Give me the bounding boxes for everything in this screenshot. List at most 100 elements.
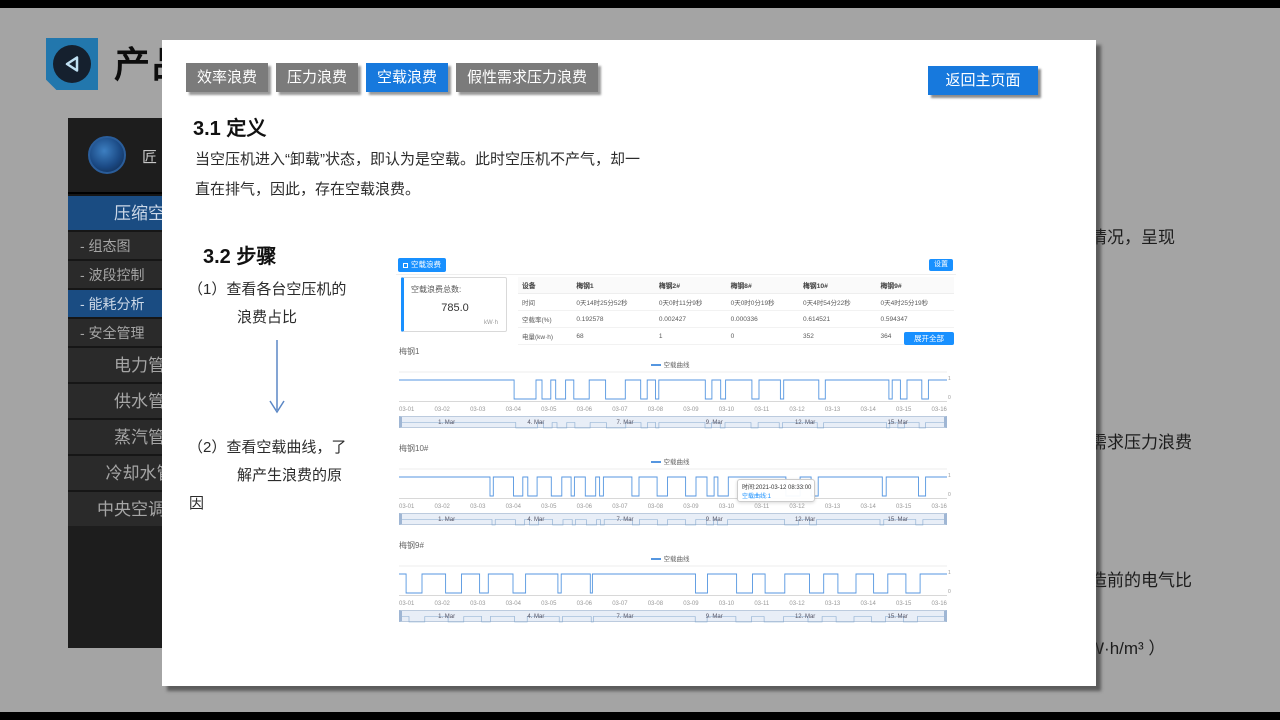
chart-title: 梅钢10# — [399, 443, 428, 454]
section-heading-steps: 3.2 步骤 — [203, 240, 276, 269]
back-logo-icon[interactable] — [46, 38, 98, 90]
y-axis-tick: 1 — [948, 376, 951, 382]
sidebar-item[interactable]: - 组态图 — [68, 230, 162, 259]
sidebar-menu: 压缩空气- 组态图- 波段控制- 能耗分析- 安全管理电力管理供水管理蒸汽管理冷… — [68, 194, 162, 526]
tab-button[interactable]: 压力浪费 — [276, 63, 358, 92]
chart-plot-area[interactable] — [399, 465, 947, 503]
table-cell: 0.614521 — [799, 311, 876, 328]
x-axis-tick: 03-09 — [683, 504, 698, 510]
summary-card: 空载浪费总数: 785.0 kW·h — [401, 277, 507, 332]
y-axis-tick: 0 — [948, 589, 951, 595]
sidebar-item[interactable]: 供水管理 — [68, 382, 162, 418]
sidebar-item[interactable]: 电力管理 — [68, 346, 162, 382]
table-cell: 0 — [727, 328, 799, 345]
section-heading-definition: 3.1 定义 — [193, 112, 266, 141]
sidebar-item[interactable]: - 波段控制 — [68, 259, 162, 288]
x-axis-tick: 03-14 — [860, 504, 875, 510]
brush-tick: 9. Mar — [706, 420, 723, 426]
x-axis-tick: 03-06 — [577, 407, 592, 413]
sidebar-item[interactable]: - 安全管理 — [68, 317, 162, 346]
x-axis-tick: 03-12 — [789, 601, 804, 607]
legend-line-icon — [651, 364, 661, 366]
x-axis-tick: 03-16 — [932, 504, 947, 510]
table-cell: 电量(kw·h) — [518, 328, 572, 345]
brush-tick: 7. Mar — [617, 517, 634, 523]
x-axis-tick: 03-03 — [470, 601, 485, 607]
background-sidebar: 匠 压缩空气- 组态图- 波段控制- 能耗分析- 安全管理电力管理供水管理蒸汽管… — [68, 118, 162, 648]
tab-button[interactable]: 效率浪费 — [186, 63, 268, 92]
time-range-brush[interactable]: 1. Mar4. Mar7. Mar9. Mar12. Mar15. Mar — [399, 513, 947, 525]
table-cell: 空载率(%) — [518, 311, 572, 328]
x-axis-tick: 03-15 — [896, 504, 911, 510]
line-chart-梅钢1: 梅钢1空载曲线1003-0103-0203-0303-0403-0503-060… — [396, 346, 956, 440]
dashboard-screenshot: 空载浪费 设置 空载浪费总数: 785.0 kW·h 设备梅钢1梅钢2#梅钢8#… — [396, 256, 956, 628]
x-axis-tick: 03-09 — [683, 407, 698, 413]
brush-tick: 7. Mar — [617, 614, 634, 620]
bottom-black-bar — [0, 712, 1280, 720]
x-axis-tick: 03-02 — [435, 504, 450, 510]
dashboard-title-badge: 空载浪费 — [398, 258, 446, 272]
time-range-brush[interactable]: 1. Mar4. Mar7. Mar9. Mar12. Mar15. Mar — [399, 610, 947, 622]
sidebar-item[interactable]: 压缩空气 — [68, 194, 162, 230]
x-axis-tick: 03-16 — [932, 407, 947, 413]
table-cell: 352 — [799, 328, 876, 345]
table-cell: 0天4时25分19秒 — [876, 294, 954, 311]
x-axis-tick: 03-06 — [577, 504, 592, 510]
background-text-fragment: W·h/m³ ） — [1088, 634, 1165, 659]
table-cell: 0天0时11分9秒 — [655, 294, 727, 311]
x-axis-tick: 03-16 — [932, 601, 947, 607]
table-cell: 0.002427 — [655, 311, 727, 328]
x-axis-labels: 03-0103-0203-0303-0403-0503-0603-0703-08… — [399, 504, 947, 510]
x-axis-tick: 03-08 — [648, 504, 663, 510]
sidebar-item[interactable]: 中央空调管理 — [68, 490, 162, 526]
sidebar-item[interactable]: 蒸汽管理 — [68, 418, 162, 454]
brush-labels: 1. Mar4. Mar7. Mar9. Mar12. Mar15. Mar — [402, 611, 944, 623]
table-header-cell: 梅钢1 — [572, 277, 655, 294]
step1-line1: （1）查看各台空压机的 — [188, 278, 346, 299]
table-cell: 1 — [655, 328, 727, 345]
x-axis-tick: 03-14 — [860, 601, 875, 607]
table-cell: 0.192578 — [572, 311, 655, 328]
x-axis-tick: 03-11 — [754, 504, 769, 510]
table-header-cell: 梅钢2# — [655, 277, 727, 294]
brush-tick: 1. Mar — [438, 614, 455, 620]
device-table: 设备梅钢1梅钢2#梅钢8#梅钢10#梅钢9#时间0天14时25分52秒0天0时1… — [518, 277, 954, 345]
table-row: 空载率(%)0.1925780.0024270.0003360.6145210.… — [518, 311, 954, 328]
x-axis-tick: 03-12 — [789, 407, 804, 413]
tooltip-time: 时间:2021-03-12 08:33:00 — [742, 482, 810, 491]
x-axis-tick: 03-14 — [860, 407, 875, 413]
sidebar-item[interactable]: 冷却水管理 — [68, 454, 162, 490]
x-axis-tick: 03-07 — [612, 407, 627, 413]
x-axis-tick: 03-15 — [896, 407, 911, 413]
tooltip-value: 空载曲线:1 — [742, 491, 810, 500]
back-to-main-button[interactable]: 返回主页面 — [928, 66, 1038, 95]
x-axis-tick: 03-13 — [825, 407, 840, 413]
x-axis-tick: 03-01 — [399, 504, 414, 510]
tab-button[interactable]: 空载浪费 — [366, 63, 448, 92]
tab-bar: 效率浪费压力浪费空载浪费假性需求压力浪费 — [186, 63, 598, 92]
x-axis-tick: 03-01 — [399, 601, 414, 607]
brush-tick: 15. Mar — [888, 420, 908, 426]
x-axis-tick: 03-09 — [683, 601, 698, 607]
chart-plot-area[interactable] — [399, 368, 947, 406]
table-header-cell: 梅钢10# — [799, 277, 876, 294]
sidebar-item[interactable]: - 能耗分析 — [68, 288, 162, 317]
y-axis-tick: 1 — [948, 473, 951, 479]
back-arrow-icon — [53, 45, 91, 83]
summary-label: 空载浪费总数: — [411, 284, 461, 295]
time-range-brush[interactable]: 1. Mar4. Mar7. Mar9. Mar12. Mar15. Mar — [399, 416, 947, 428]
settings-button[interactable]: 设置 — [929, 259, 953, 271]
background-text-fragment: 造前的电气比 — [1090, 566, 1192, 591]
down-arrow-icon — [266, 338, 288, 418]
chart-plot-area[interactable] — [399, 562, 947, 600]
x-axis-tick: 03-04 — [506, 407, 521, 413]
x-axis-tick: 03-01 — [399, 407, 414, 413]
x-axis-tick: 03-02 — [435, 601, 450, 607]
table-cell: 0天14时25分52秒 — [572, 294, 655, 311]
tab-button[interactable]: 假性需求压力浪费 — [456, 63, 598, 92]
expand-all-button[interactable]: 展开全部 — [904, 332, 954, 345]
brush-tick: 1. Mar — [438, 517, 455, 523]
table-cell: 0.000336 — [727, 311, 799, 328]
definition-line2: 直在排气，因此，存在空载浪费。 — [195, 175, 420, 205]
brush-tick: 4. Mar — [527, 517, 544, 523]
